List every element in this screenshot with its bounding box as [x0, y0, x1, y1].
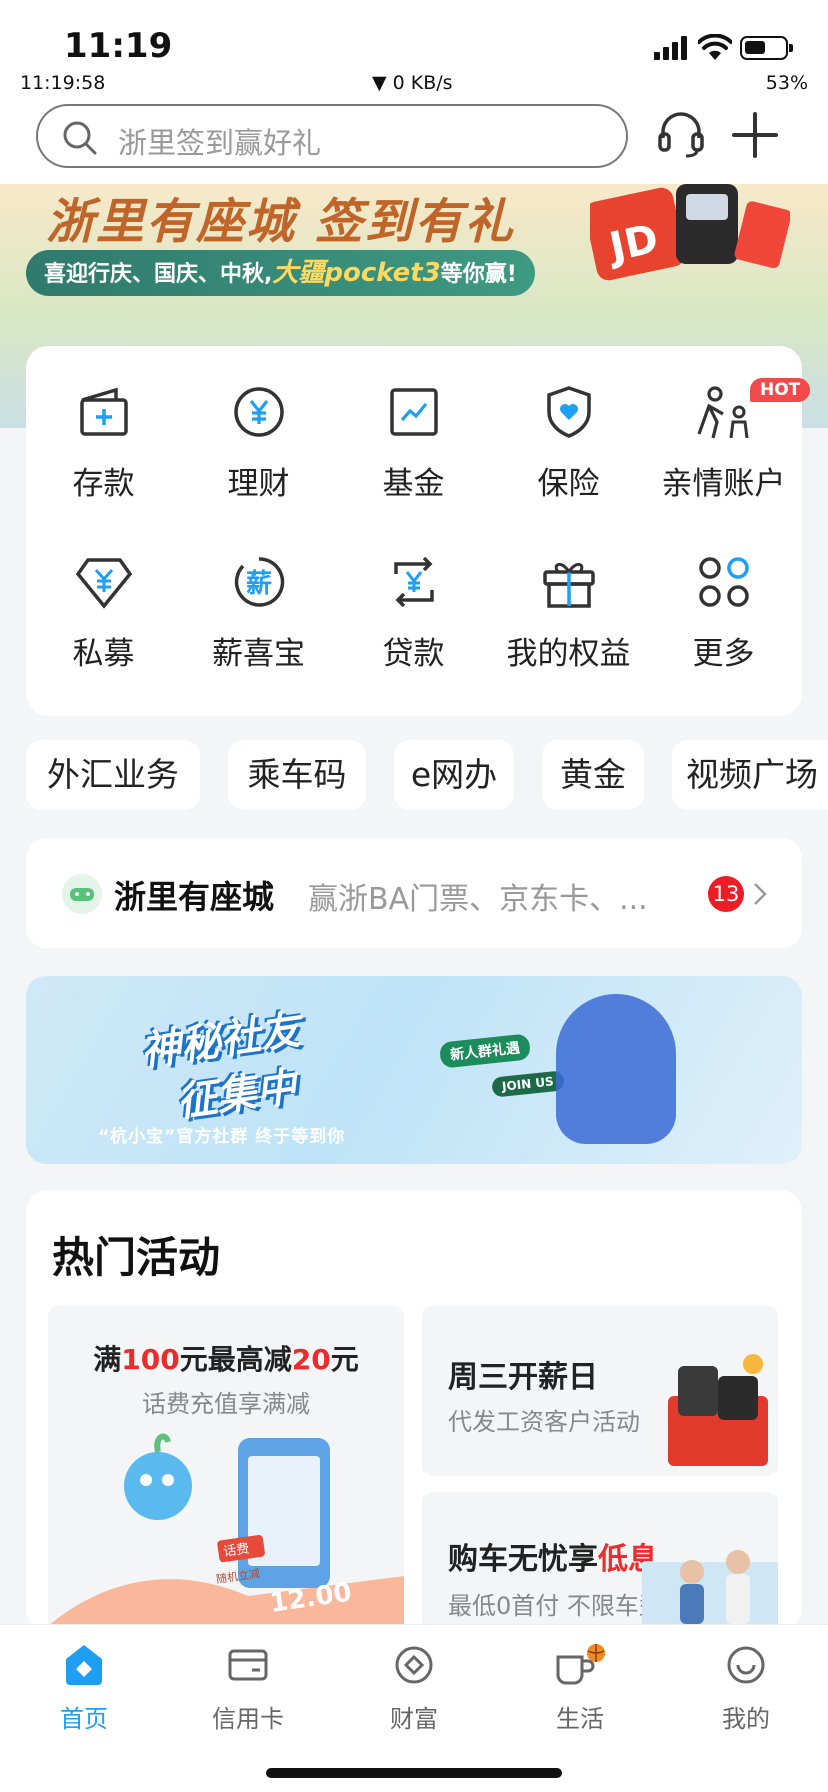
- notice-title: 浙里有座城: [114, 878, 275, 916]
- family-car-illustration-icon: [642, 1550, 778, 1630]
- search-placeholder: 浙里签到赢好礼: [118, 126, 322, 160]
- section-title: 热门活动: [52, 1233, 221, 1282]
- status-time: 11:19: [64, 26, 173, 66]
- grid-item-family-account[interactable]: HOT 亲情账户: [646, 346, 811, 506]
- activity-card-car-loan[interactable]: 购车无忧享低息 最低0首付 不限车型: [422, 1492, 778, 1630]
- hot-badge: HOT: [750, 378, 811, 402]
- wealth-icon: [395, 1646, 433, 1684]
- gamepad-icon: [62, 874, 102, 914]
- deposit-icon: [79, 387, 128, 436]
- notice-count-badge: 13: [708, 876, 744, 912]
- loan-icon: [393, 556, 434, 608]
- yen-circle-icon: [233, 387, 284, 437]
- chip-transit-code[interactable]: 乘车码: [228, 740, 366, 810]
- function-grid: 存款 理财 基金 保险 HOT 亲情账户 私募 薪 薪喜宝 贷款 我的权益 更多: [26, 346, 811, 716]
- grid-item-private-fund[interactable]: 私募: [26, 516, 181, 676]
- search-icon: [63, 121, 97, 155]
- grid-item-more[interactable]: 更多: [646, 516, 801, 676]
- battery-icon: [740, 36, 793, 60]
- grid-item-loan[interactable]: 贷款: [336, 516, 491, 676]
- banner-title: 浙里有座城 签到有礼: [46, 194, 515, 250]
- grid-item-insurance[interactable]: 保险: [491, 346, 646, 506]
- card-subtitle: 代发工资客户活动: [448, 1408, 640, 1436]
- life-cup-icon: [556, 1644, 605, 1685]
- promo-footer: “杭小宝”官方社群 终于等到你: [98, 1127, 346, 1147]
- gift-icon: [542, 563, 595, 608]
- more-icon: [698, 557, 749, 607]
- hot-activities-section: 热门活动 满100元最高减20元 话费充值享满减 话费 随机立减 12.00 周三开…: [26, 1190, 802, 1630]
- notice-description: 赢浙BA门票、京东卡、...: [308, 882, 648, 917]
- signal-icon: [654, 36, 688, 60]
- recharge-illustration-icon: 话费随机立减12.00: [48, 1433, 404, 1630]
- home-icon: [66, 1645, 102, 1685]
- profile-icon: [727, 1646, 765, 1684]
- quick-chips: 外汇业务 乘车码 e网办 黄金 视频广场: [0, 740, 828, 810]
- card-title: 周三开薪日: [448, 1360, 598, 1395]
- search-header: 浙里签到赢好礼: [0, 100, 828, 184]
- salary-icon: 薪: [234, 557, 284, 607]
- home-indicator[interactable]: [266, 1768, 562, 1778]
- shield-icon: [546, 386, 591, 438]
- chip-e-service[interactable]: e网办: [394, 740, 514, 810]
- card-title: 满100元最高减20元: [93, 1343, 359, 1376]
- grid-item-wealth-management[interactable]: 理财: [181, 346, 336, 506]
- activity-notice[interactable]: 浙里有座城 赢浙BA门票、京东卡、... 13: [26, 838, 802, 948]
- chip-forex[interactable]: 外汇业务: [26, 740, 200, 810]
- chart-icon: [389, 388, 438, 436]
- tab-wealth[interactable]: 财富: [354, 1643, 474, 1743]
- diamond-yen-icon: [75, 558, 132, 609]
- activity-card-phone-recharge[interactable]: 满100元最高减20元 话费充值享满减 话费 随机立减 12.00: [48, 1306, 404, 1630]
- status-network-speed: ▼ 0 KB/s: [372, 72, 453, 94]
- search-input[interactable]: 浙里签到赢好礼: [36, 104, 628, 168]
- chevron-right-icon: [754, 883, 767, 905]
- status-battery-percent: 53%: [765, 72, 808, 94]
- bottom-tab-bar: 首页 信用卡 财富 生活 我的: [0, 1624, 828, 1792]
- grid-item-my-benefits[interactable]: 我的权益: [491, 516, 646, 676]
- tab-life[interactable]: 生活: [520, 1643, 640, 1743]
- mystery-figure-icon: [556, 994, 676, 1144]
- credit-card-icon: [228, 1649, 268, 1681]
- grid-item-deposit[interactable]: 存款: [26, 346, 181, 506]
- grid-item-fund[interactable]: 基金: [336, 346, 491, 506]
- tab-mine[interactable]: 我的: [686, 1643, 806, 1743]
- status-seconds: 11:19:58: [20, 72, 106, 94]
- card-subtitle: 最低0首付 不限车型: [448, 1592, 663, 1620]
- status-bar: 11:19 11:19:58 ▼ 0 KB/s 53%: [0, 0, 828, 100]
- banner-subtitle: 喜迎行庆、国庆、中秋,大疆pocket3等你赢!: [26, 250, 535, 296]
- tab-credit-card[interactable]: 信用卡: [188, 1643, 308, 1743]
- promo-tag: 新人群礼遇: [438, 1033, 532, 1069]
- card-title: 购车无忧享低息: [448, 1542, 658, 1577]
- gift-box-illustration-icon: [668, 1354, 768, 1466]
- community-promo-banner[interactable]: 神秘社友 征集中 “杭小宝”官方社群 终于等到你 新人群礼遇 JOIN US: [26, 976, 802, 1164]
- add-icon[interactable]: [730, 110, 780, 160]
- chip-gold[interactable]: 黄金: [542, 740, 644, 810]
- activity-card-payday[interactable]: 周三开薪日 代发工资客户活动: [422, 1306, 778, 1476]
- grid-item-salary[interactable]: 薪 薪喜宝: [181, 516, 336, 676]
- svg-text:薪: 薪: [245, 569, 271, 599]
- chip-video-plaza[interactable]: 视频广场: [672, 740, 828, 810]
- card-subtitle: 话费充值享满减: [142, 1390, 310, 1418]
- gift-illustration-icon: JD: [590, 184, 790, 281]
- family-icon: [696, 386, 748, 439]
- tab-home[interactable]: 首页: [24, 1643, 144, 1743]
- promo-join-tag: JOIN US: [491, 1070, 565, 1098]
- customer-service-icon[interactable]: [656, 110, 706, 160]
- wifi-icon: [698, 34, 732, 60]
